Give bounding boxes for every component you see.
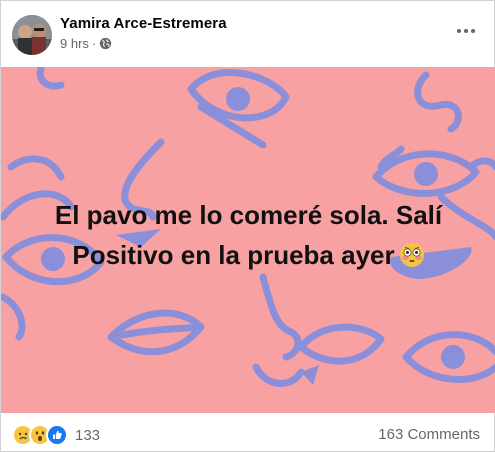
avatar-photo [12, 15, 52, 55]
post-footer: 133 163 Comments [1, 413, 495, 453]
more-options-icon[interactable] [452, 21, 480, 41]
like-reaction-icon [46, 424, 68, 446]
post-meta: 9 hrs · [60, 36, 112, 51]
reaction-count[interactable]: 133 [75, 427, 100, 444]
flushed-face-icon [399, 239, 425, 267]
globe-icon [99, 37, 112, 50]
caption-line-2: Positivo en la prueba ayer [72, 240, 395, 270]
post-header: Yamira Arce-Estremera 9 hrs · [1, 1, 495, 67]
caption-line-2-wrap: Positivo en la prueba ayer [1, 235, 495, 275]
facebook-post: Yamira Arce-Estremera 9 hrs · El pavo me… [0, 0, 495, 452]
reactions-summary[interactable]: 133 [12, 424, 100, 446]
author-avatar[interactable] [12, 15, 52, 55]
post-image[interactable]: El pavo me lo comeré sola. Salí Positivo… [1, 67, 495, 413]
comments-count-link[interactable]: 163 Comments [378, 426, 480, 443]
meta-separator: · [91, 36, 97, 51]
author-name[interactable]: Yamira Arce-Estremera [60, 15, 227, 32]
post-caption: El pavo me lo comeré sola. Salí Positivo… [1, 195, 495, 275]
post-timestamp[interactable]: 9 hrs [60, 36, 89, 51]
caption-line-1: El pavo me lo comeré sola. Salí [54, 200, 443, 230]
